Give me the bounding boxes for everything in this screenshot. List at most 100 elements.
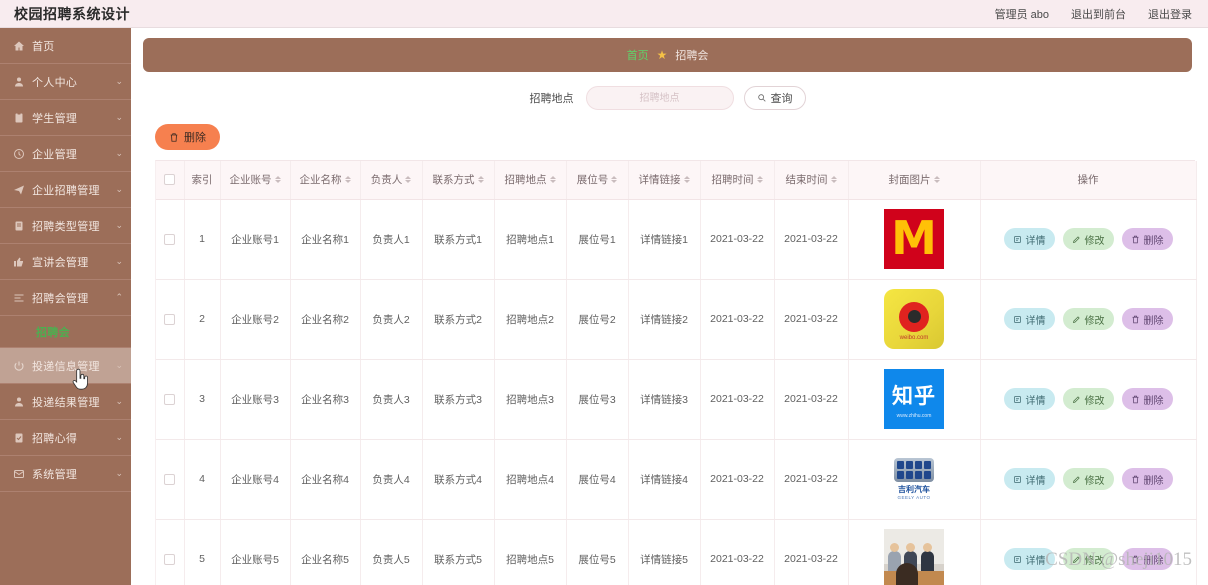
th-label: 企业账号 (229, 174, 272, 187)
sidebar-item-enterprise-management[interactable]: 企业管理 ⌄ (0, 136, 131, 172)
chevron-down-icon: ⌄ (115, 468, 123, 478)
detail-icon (1013, 555, 1021, 563)
delete-button[interactable]: 删除 (1121, 308, 1173, 330)
th-cover-image[interactable]: 封面图片 (848, 161, 981, 200)
row-checkbox[interactable] (164, 393, 176, 405)
th-booth[interactable]: 展位号 (566, 161, 629, 200)
sort-icon[interactable] (274, 176, 281, 184)
sidebar-item-recruit-type-management[interactable]: 招聘类型管理 ⌄ (0, 208, 131, 244)
detail-icon (1013, 315, 1021, 323)
cell-select[interactable] (156, 519, 185, 585)
zhihu-logo-image[interactable]: 知乎 www.zhihu.com (884, 369, 944, 429)
weibo-logo-image[interactable]: weibo.com (884, 289, 944, 349)
detail-icon (1013, 235, 1021, 243)
detail-button[interactable]: 详情 (1003, 388, 1055, 410)
cell-select[interactable] (156, 279, 185, 360)
edit-label: 修改 (1084, 315, 1105, 327)
search-input-location[interactable] (585, 86, 734, 110)
row-checkbox[interactable] (164, 553, 176, 565)
sidebar-subitem-jobfair[interactable]: 招聘会 (0, 316, 131, 348)
exit-to-frontend-link[interactable]: 退出到前台 (1071, 6, 1126, 22)
edit-button[interactable]: 修改 (1062, 388, 1114, 410)
mcdonalds-logo-image[interactable]: M (884, 209, 944, 269)
geely-logo-image[interactable]: 吉利汽车 GEELY AUTO (884, 449, 944, 509)
cell-contact: 联系方式2 (422, 279, 495, 360)
chevron-down-icon: ⌄ (115, 256, 123, 266)
sort-icon[interactable] (405, 176, 412, 184)
geely-wordmark: 吉利汽车 (898, 485, 930, 494)
th-end-time[interactable]: 结束时间 (774, 161, 849, 200)
logout-link[interactable]: 退出登录 (1148, 6, 1192, 22)
th-account[interactable]: 企业账号 (220, 161, 291, 200)
sort-icon[interactable] (933, 176, 940, 184)
sidebar-item-delivery-info-management[interactable]: 投递信息管理 ⌄ (0, 348, 131, 384)
cell-select[interactable] (156, 199, 185, 280)
th-start-time[interactable]: 招聘时间 (700, 161, 775, 200)
sidebar-item-system-management[interactable]: 系统管理 ⌄ (0, 456, 131, 492)
th-label: 招聘时间 (711, 174, 754, 187)
sidebar-item-student-management[interactable]: 学生管理 ⌄ (0, 100, 131, 136)
edit-button[interactable]: 修改 (1062, 468, 1114, 490)
th-contact[interactable]: 联系方式 (422, 161, 495, 200)
sort-icon[interactable] (683, 176, 690, 184)
edit-label: 修改 (1084, 475, 1105, 487)
edit-button[interactable]: 修改 (1062, 228, 1114, 250)
sidebar-item-recruit-experience[interactable]: 招聘心得 ⌄ (0, 420, 131, 456)
cell-select[interactable] (156, 439, 185, 520)
delete-button[interactable]: 删除 (1121, 388, 1173, 410)
detail-button[interactable]: 详情 (1003, 228, 1055, 250)
cell-cover-image[interactable]: M (848, 199, 981, 280)
bulk-delete-button[interactable]: 删除 (155, 124, 220, 150)
th-location[interactable]: 招聘地点 (494, 161, 567, 200)
search-icon (757, 94, 766, 102)
edit-button[interactable]: 修改 (1062, 308, 1114, 330)
cell-contact: 联系方式4 (422, 439, 495, 520)
cell-location: 招聘地点1 (494, 199, 567, 280)
sidebar-item-delivery-result-management[interactable]: 投递结果管理 ⌄ (0, 384, 131, 420)
cell-company: 企业名称5 (290, 519, 361, 585)
delete-button[interactable]: 删除 (1121, 228, 1173, 250)
sidebar-item-jobfair-management[interactable]: 招聘会管理 ⌃ (0, 280, 131, 316)
cell-select[interactable] (156, 359, 185, 440)
cell-operations: 详情 修改 删除 (980, 279, 1197, 360)
detail-button[interactable]: 详情 (1003, 468, 1055, 490)
row-checkbox[interactable] (164, 313, 176, 325)
breadcrumb-home-link[interactable]: 首页 (627, 47, 649, 63)
sidebar-item-personal-center[interactable]: 个人中心 ⌄ (0, 64, 131, 100)
sort-icon[interactable] (611, 176, 618, 184)
delete-button[interactable]: 删除 (1121, 548, 1173, 570)
cell-cover-image[interactable]: 知乎 www.zhihu.com (848, 359, 981, 440)
th-select-all[interactable] (156, 161, 185, 200)
sort-icon[interactable] (830, 176, 837, 184)
row-checkbox[interactable] (164, 473, 176, 485)
team-photo-image[interactable] (884, 529, 944, 585)
search-button[interactable]: 查询 (743, 86, 806, 110)
clipboard-icon (12, 111, 25, 124)
sort-icon[interactable] (756, 176, 763, 184)
sidebar-item-enterprise-recruit-management[interactable]: 企业招聘管理 ⌄ (0, 172, 131, 208)
th-manager[interactable]: 负责人 (360, 161, 423, 200)
pencil-icon (1072, 555, 1080, 563)
th-link[interactable]: 详情链接 (628, 161, 701, 200)
th-company[interactable]: 企业名称 (290, 161, 361, 200)
cell-cover-image[interactable] (848, 519, 981, 585)
row-checkbox[interactable] (164, 233, 176, 245)
cell-start-time: 2021-03-22 (700, 279, 775, 360)
sort-icon[interactable] (549, 176, 556, 184)
cell-cover-image[interactable]: weibo.com (848, 279, 981, 360)
table-header-row: 索引 企业账号 企业名称 负责人 联系方式 招聘地点 展位号 详情链接 招聘时间… (156, 161, 1197, 200)
user-icon (12, 75, 25, 88)
edit-button[interactable]: 修改 (1062, 548, 1114, 570)
sidebar-item-presentation-management[interactable]: 宣讲会管理 ⌄ (0, 244, 131, 280)
sidebar-item-home[interactable]: 首页 (0, 28, 131, 64)
sort-icon[interactable] (344, 176, 351, 184)
delete-button[interactable]: 删除 (1121, 468, 1173, 490)
sort-icon[interactable] (477, 176, 484, 184)
detail-button[interactable]: 详情 (1003, 308, 1055, 330)
detail-button[interactable]: 详情 (1003, 548, 1055, 570)
select-all-checkbox[interactable] (164, 174, 176, 186)
edit-label: 修改 (1084, 395, 1105, 407)
cell-cover-image[interactable]: 吉利汽车 GEELY AUTO (848, 439, 981, 520)
power-icon (12, 359, 25, 372)
delete-label: 删除 (1143, 315, 1164, 327)
